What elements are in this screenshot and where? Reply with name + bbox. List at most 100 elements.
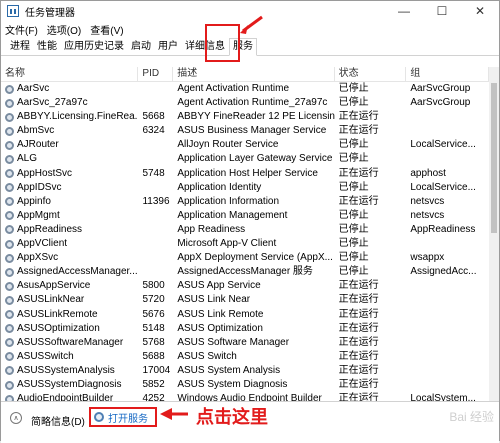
gear-icon — [5, 380, 14, 390]
service-status: 正在运行 — [338, 294, 379, 306]
service-row[interactable]: ASUSLinkNear 5720 ASUS Link Near 正在运行 — [1, 293, 489, 307]
open-services-link[interactable]: 打开服务 — [89, 407, 157, 427]
service-row[interactable]: AppMgmt Application Management 已停止 netsvcs — [1, 209, 489, 223]
service-name: ASUSSwitch — [1, 350, 138, 364]
service-group: wsappx — [410, 252, 445, 264]
service-status: 正在运行 — [338, 393, 379, 401]
service-row[interactable]: AppIDSvc Application Identity 已停止 LocalServ… — [1, 181, 489, 195]
service-pid: 6324 — [142, 125, 165, 137]
service-name: AbmSvc — [1, 124, 138, 138]
tab-app-history[interactable]: 应用历史记录 — [61, 39, 127, 55]
service-name-text: AppIDSvc — [17, 181, 62, 193]
service-status: 已停止 — [338, 153, 369, 165]
service-row[interactable]: AsusAppService 5800 ASUS App Service 正在运行 — [1, 279, 489, 293]
service-pid: 17004 — [142, 364, 171, 376]
service-row[interactable]: ALG Application Layer Gateway Service 已停止 — [1, 152, 489, 166]
service-name: ASUSSystemAnalysis — [1, 364, 138, 378]
menu-file[interactable]: 文件(F) — [5, 22, 38, 37]
service-group — [406, 237, 489, 251]
service-description: Microsoft App-V Client — [177, 238, 277, 250]
service-row[interactable]: AudioEndpointBuilder 4252 Windows Audio En… — [1, 392, 489, 401]
column-header: 名称 PID 描述 状态 组 — [1, 67, 490, 82]
vertical-scrollbar[interactable] — [489, 67, 499, 401]
service-row[interactable]: ASUSSystemDiagnosis 5852 ASUS System Diagn… — [1, 378, 489, 392]
service-row[interactable]: ASUSLinkRemote 5676 ASUS Link Remote 正在运行 — [1, 308, 489, 322]
column-group[interactable]: 组 — [406, 67, 490, 81]
service-group: apphost — [410, 167, 446, 179]
fewer-details-link[interactable]: 简略信息(D) — [31, 413, 85, 428]
service-group — [406, 152, 489, 166]
service-row[interactable]: AarSvc_27a97c Agent Activation Runtime_27… — [1, 96, 489, 110]
service-description: ASUS Link Near — [177, 294, 251, 306]
service-status: 已停止 — [338, 223, 369, 235]
service-row[interactable]: AssignedAccessManager... AssignedAccessMa… — [1, 265, 489, 279]
tab-processes[interactable]: 进程 — [7, 39, 33, 55]
gear-icon — [5, 183, 14, 193]
window-controls: — ☐ ✕ — [385, 1, 499, 21]
service-row[interactable]: ASUSSystemAnalysis 17004 ASUS System Analy… — [1, 364, 489, 378]
scrollbar-thumb[interactable] — [491, 83, 497, 233]
service-description: App Readiness — [177, 223, 246, 235]
service-group: LocalService... — [410, 181, 476, 193]
service-row[interactable]: AppHostSvc 5748 Application Host Helper Se… — [1, 167, 489, 181]
service-pid: 11396 — [142, 195, 170, 207]
gear-icon — [5, 281, 14, 291]
column-name[interactable]: 名称 — [1, 67, 139, 81]
menu-view[interactable]: 查看(V) — [90, 22, 123, 37]
service-row[interactable]: AbmSvc 6324 ASUS Business Manager Service 正… — [1, 124, 489, 138]
tab-users[interactable]: 用户 — [155, 39, 181, 55]
gear-icon — [5, 211, 14, 221]
service-row[interactable]: AppReadiness App Readiness 已停止 AppReadiness — [1, 223, 489, 237]
service-row[interactable]: AarSvc Agent Activation Runtime 已停止 AarSvcG… — [1, 82, 489, 96]
service-group — [406, 350, 489, 364]
service-name-text: ALG — [17, 153, 38, 165]
service-name-text: AudioEndpointBuilder — [17, 393, 114, 401]
gear-icon — [5, 324, 14, 334]
service-row[interactable]: AppVClient Microsoft App-V Client 已停止 — [1, 237, 489, 251]
service-group: AarSvcGroup — [410, 97, 471, 109]
service-row[interactable]: ASUSSoftwareManager 5768 ASUS Software Man… — [1, 336, 489, 350]
service-row[interactable]: AJRouter AllJoyn Router Service 已停止 LocalSe… — [1, 138, 489, 152]
service-description: ASUS System Analysis — [177, 364, 281, 376]
service-row[interactable]: Appinfo 11396 Application Information 正在运行 n… — [1, 195, 489, 209]
menu-options[interactable]: 选项(O) — [47, 22, 81, 37]
tab-performance[interactable]: 性能 — [34, 39, 60, 55]
service-group — [406, 378, 489, 392]
column-status[interactable]: 状态 — [335, 67, 407, 81]
service-status: 正在运行 — [338, 364, 379, 376]
service-row[interactable]: ASUSSwitch 5688 ASUS Switch 正在运行 — [1, 350, 489, 364]
maximize-button[interactable]: ☐ — [423, 1, 461, 21]
service-row[interactable]: ASUSOptimization 5148 ASUS Optimization 正在运… — [1, 322, 489, 336]
close-button[interactable]: ✕ — [461, 1, 499, 21]
service-name: AppIDSvc — [1, 181, 138, 195]
service-name-text: AbmSvc — [17, 125, 55, 137]
chevron-up-icon[interactable]: ∧ — [10, 412, 22, 424]
service-description: Agent Activation Runtime — [177, 83, 290, 94]
service-name: AppHostSvc — [1, 167, 138, 181]
service-name-text: ASUSLinkRemote — [17, 308, 98, 320]
annotation-click-here: 点击这里 — [196, 407, 268, 427]
service-pid — [138, 82, 173, 96]
service-status: 已停止 — [338, 266, 369, 278]
service-description: Application Host Helper Service — [177, 167, 318, 179]
service-pid — [138, 209, 173, 223]
minimize-button[interactable]: — — [385, 1, 423, 21]
tab-startup[interactable]: 启动 — [128, 39, 154, 55]
service-name-text: AppHostSvc — [17, 167, 73, 179]
task-manager-icon — [7, 5, 19, 17]
column-description[interactable]: 描述 — [173, 67, 335, 81]
service-group: AppReadiness — [410, 223, 476, 235]
service-name-text: ASUSLinkNear — [17, 294, 85, 306]
service-row[interactable]: ABBYY.Licensing.FineRea... 5668 ABBYY Fine… — [1, 110, 489, 124]
services-icon — [94, 412, 104, 422]
column-pid[interactable]: PID — [138, 67, 174, 81]
service-status: 已停止 — [338, 83, 369, 94]
service-name: AudioEndpointBuilder — [1, 392, 138, 401]
service-row[interactable]: AppXSvc AppX Deployment Service (AppX... 已… — [1, 251, 489, 265]
service-description: ASUS Optimization — [177, 322, 263, 334]
service-description: Agent Activation Runtime_27a97c — [177, 97, 328, 109]
service-pid: 5720 — [142, 294, 165, 306]
gear-icon — [5, 140, 14, 150]
service-pid — [138, 223, 173, 237]
service-name: AarSvc_27a97c — [1, 96, 138, 110]
